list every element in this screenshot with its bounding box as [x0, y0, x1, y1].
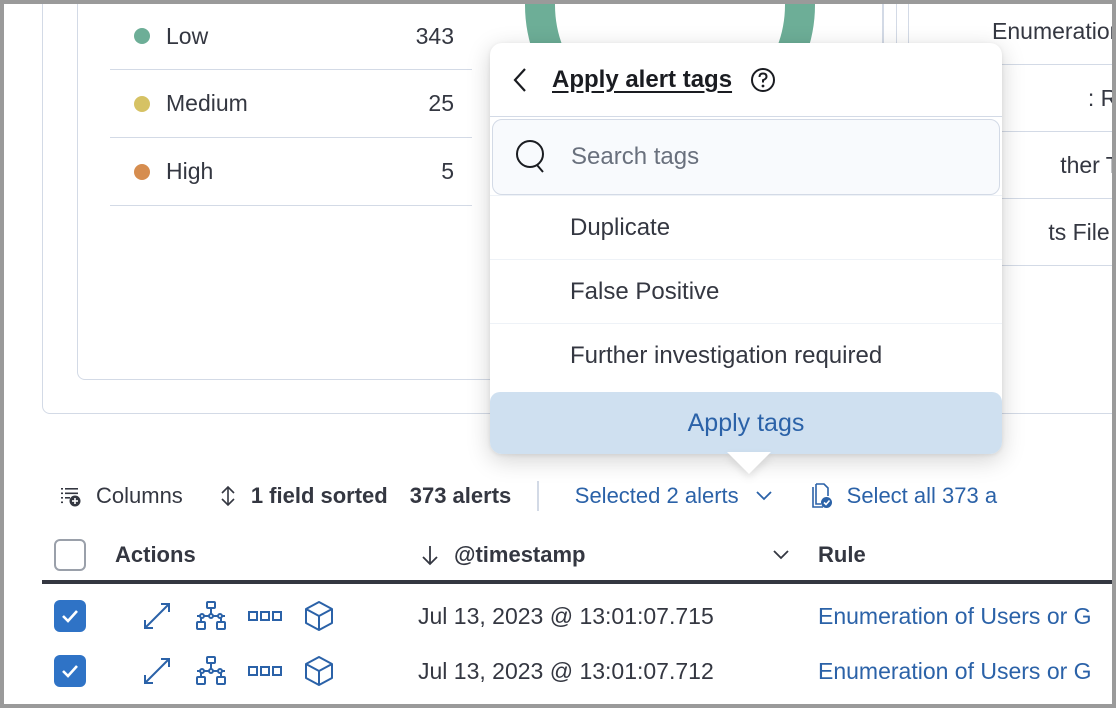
column-header-timestamp[interactable]: @timestamp [420, 542, 585, 568]
tag-option-further-investigation[interactable]: Further investigation required [490, 323, 1002, 387]
severity-label: Medium [166, 90, 248, 116]
checkmark-icon [62, 665, 78, 678]
tag-search-input[interactable] [571, 143, 971, 171]
columns-label: Columns [96, 483, 183, 508]
popover-header: Apply alert tags [490, 43, 1002, 117]
columns-button[interactable]: Columns [60, 483, 183, 509]
expand-icon[interactable] [130, 600, 184, 632]
table-toolbar: Columns 1 field sorted 373 alerts Select… [60, 474, 1116, 518]
table-header: Actions @timestamp Rule [42, 530, 1116, 584]
apply-tags-button[interactable]: Apply tags [490, 392, 1002, 454]
row-actions [130, 655, 346, 687]
toolbar-divider [537, 481, 539, 511]
high-dot-icon [134, 163, 150, 180]
tag-search-field[interactable] [492, 119, 1000, 195]
low-dot-icon [134, 28, 150, 44]
tag-option-false-positive[interactable]: False Positive [490, 259, 1002, 323]
analyze-graph-icon[interactable] [184, 655, 238, 687]
sort-desc-icon [420, 544, 440, 566]
more-actions-icon[interactable] [238, 610, 292, 622]
timestamp-header-label: @timestamp [454, 542, 586, 567]
popover-arrow [727, 452, 771, 474]
row-checkbox[interactable] [54, 600, 86, 632]
severity-count: 5 [441, 158, 454, 184]
table-row[interactable]: Jul 13, 2023 @ 13:01:07.715 Enumeration … [42, 588, 1116, 644]
select-all-button[interactable]: Select all 373 a [809, 483, 997, 509]
popover-title[interactable]: Apply alert tags [552, 66, 732, 94]
row-timestamp: Jul 13, 2023 @ 13:01:07.715 [418, 602, 714, 629]
column-header-actions: Actions [115, 542, 196, 567]
more-actions-icon[interactable] [238, 665, 292, 677]
help-question-icon[interactable] [750, 67, 776, 93]
selected-alerts-button[interactable]: Selected 2 alerts [575, 483, 809, 509]
row-actions [130, 600, 346, 632]
sort-icon [219, 485, 237, 507]
column-header-rule[interactable]: Rule [818, 542, 866, 568]
sort-button[interactable]: 1 field sorted [219, 483, 388, 509]
session-view-cube-icon[interactable] [292, 655, 346, 687]
search-icon [515, 139, 549, 175]
severity-table: Low 343 Medium 25 High 5 [110, 2, 472, 206]
row-timestamp: Jul 13, 2023 @ 13:01:07.712 [418, 657, 714, 684]
severity-row-medium[interactable]: Medium 25 [110, 70, 472, 138]
selected-alerts-label: Selected 2 alerts [574, 483, 739, 508]
rule-item-label: ts File Mo [1048, 218, 1116, 245]
session-view-cube-icon[interactable] [292, 600, 346, 632]
back-chevron-icon[interactable] [512, 67, 528, 93]
select-all-label: Select all 373 a [846, 483, 998, 508]
medium-dot-icon [134, 95, 150, 112]
select-all-checkbox[interactable] [54, 539, 86, 571]
severity-count: 25 [428, 90, 454, 116]
sorted-label: 1 field sorted [250, 483, 388, 508]
row-rule-link[interactable]: Enumeration of Users or G [818, 603, 1092, 630]
severity-label: High [166, 158, 214, 184]
column-menu-chevron-icon[interactable] [772, 549, 790, 561]
row-rule-link[interactable]: Enumeration of Users or G [818, 658, 1092, 685]
rule-item-label: ther Test [1060, 151, 1116, 178]
table-row[interactable]: Jul 13, 2023 @ 13:01:07.712 Enumeration … [42, 643, 1116, 699]
analyze-graph-icon[interactable] [184, 600, 238, 632]
chevron-down-icon [755, 490, 773, 502]
severity-label: Low [166, 22, 209, 49]
severity-count: 343 [415, 22, 454, 49]
expand-icon[interactable] [130, 655, 184, 687]
severity-row-low[interactable]: Low 343 [110, 2, 472, 70]
row-checkbox[interactable] [54, 655, 86, 687]
apply-tags-popover: Apply alert tags Duplicate False Positiv… [490, 43, 1002, 454]
severity-row-high[interactable]: High 5 [110, 138, 472, 206]
rule-item-label: : Rule [1087, 84, 1116, 111]
columns-add-icon [60, 485, 82, 507]
tag-option-duplicate[interactable]: Duplicate [490, 195, 1002, 259]
documents-check-icon [809, 483, 833, 509]
checkmark-icon [62, 610, 78, 623]
rule-item-label: Enumeration of [992, 17, 1116, 44]
alerts-count: 373 alerts [409, 483, 512, 508]
